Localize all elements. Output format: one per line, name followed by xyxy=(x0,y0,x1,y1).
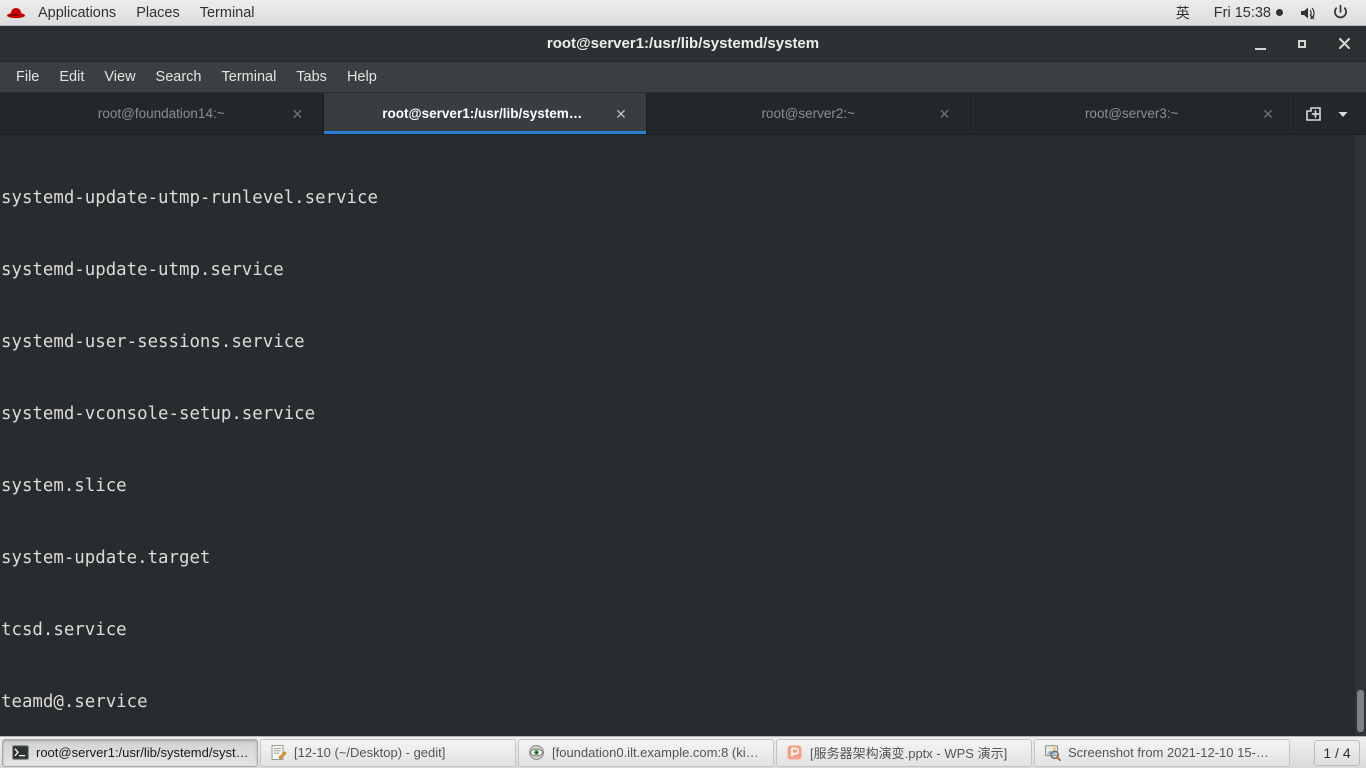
terminal-line: systemd-update-utmp.service xyxy=(1,260,284,280)
chevron-down-glyph xyxy=(1338,111,1348,117)
terminal-glyph xyxy=(11,745,29,760)
taskbar-item-wps-presentation[interactable]: [服务器架构演变.pptx - WPS 演示] xyxy=(776,738,1032,767)
tab-close-icon[interactable]: ✕ xyxy=(938,107,952,121)
wps-presentation-glyph xyxy=(787,745,801,760)
tab-root-foundation14[interactable]: root@foundation14:~ ✕ xyxy=(0,93,324,134)
terminal-icon xyxy=(11,744,29,762)
terminal-scrollbar-thumb[interactable] xyxy=(1357,690,1364,732)
tab-bar: root@foundation14:~ ✕ root@server1:/usr/… xyxy=(0,93,1366,135)
top-panel-right-group: 英 Fri 15:38 xyxy=(1162,0,1366,26)
redhat-logo-icon[interactable] xyxy=(6,5,26,21)
new-tab-glyph xyxy=(1305,107,1321,121)
image-viewer-glyph xyxy=(1044,745,1061,761)
taskbar-item-label: [foundation0.ilt.example.com:8 (kio… xyxy=(552,745,765,760)
menu-tabs[interactable]: Tabs xyxy=(286,62,337,93)
menu-edit[interactable]: Edit xyxy=(49,62,94,93)
tab-close-icon[interactable]: ✕ xyxy=(614,107,628,121)
window-list-taskbar: root@server1:/usr/lib/systemd/syst… [12-… xyxy=(0,736,1366,768)
menu-terminal[interactable]: Terminal xyxy=(190,0,265,26)
terminal-line: system.slice xyxy=(1,476,127,496)
maximize-icon xyxy=(1298,39,1306,48)
terminal-line: tcsd.service xyxy=(1,620,127,640)
wps-presentation-icon xyxy=(785,744,803,762)
tab-close-icon[interactable]: ✕ xyxy=(291,107,305,121)
close-icon xyxy=(1338,37,1350,50)
new-tab-icon[interactable] xyxy=(1300,101,1326,127)
gedit-glyph xyxy=(271,745,287,760)
terminal-line: systemd-update-utmp-runlevel.service xyxy=(1,188,378,208)
top-panel-left-group: Applications Places Terminal xyxy=(0,0,265,26)
tab-label: root@server2:~ xyxy=(761,106,856,121)
image-viewer-icon xyxy=(1043,744,1061,762)
tab-close-icon[interactable]: ✕ xyxy=(1261,107,1275,121)
taskbar-item-gedit[interactable]: [12-10 (~/Desktop) - gedit] xyxy=(260,738,516,767)
menu-terminal[interactable]: Terminal xyxy=(212,62,287,93)
terminal-output-area[interactable]: systemd-update-utmp-runlevel.service sys… xyxy=(0,135,1366,736)
tab-actions-group xyxy=(1294,93,1366,134)
taskbar-item-label: [服务器架构演变.pptx - WPS 演示] xyxy=(810,746,1008,761)
input-method-indicator[interactable]: 英 xyxy=(1162,3,1204,23)
menu-search[interactable]: Search xyxy=(146,62,212,93)
menu-applications[interactable]: Applications xyxy=(28,0,126,26)
workspace-switcher[interactable]: 1 / 4 xyxy=(1314,739,1360,766)
tab-root-server2[interactable]: root@server2:~ ✕ xyxy=(647,93,971,134)
clock-button[interactable]: Fri 15:38 xyxy=(1204,5,1293,21)
terminal-line: systemd-user-sessions.service xyxy=(1,332,305,352)
taskbar-item-terminal[interactable]: root@server1:/usr/lib/systemd/syst… xyxy=(2,738,258,767)
gnome-top-panel: Applications Places Terminal 英 Fri 15:38 xyxy=(0,0,1366,26)
terminal-scrollbar[interactable] xyxy=(1355,135,1366,736)
remote-viewer-glyph xyxy=(528,745,544,760)
minimize-button[interactable] xyxy=(1250,34,1270,54)
power-glyph xyxy=(1334,4,1347,19)
volume-muted-icon[interactable] xyxy=(1293,5,1325,21)
terminal-line: teamd@.service xyxy=(1,692,148,712)
tab-root-server3[interactable]: root@server3:~ ✕ xyxy=(971,93,1294,134)
menu-help[interactable]: Help xyxy=(337,62,387,93)
gedit-icon xyxy=(269,744,287,762)
taskbar-item-label: [12-10 (~/Desktop) - gedit] xyxy=(294,745,446,760)
taskbar-item-remote-viewer[interactable]: [foundation0.ilt.example.com:8 (kio… xyxy=(518,738,774,767)
menu-file[interactable]: File xyxy=(6,62,49,93)
remote-viewer-icon xyxy=(527,744,545,762)
chevron-down-icon[interactable] xyxy=(1330,101,1356,127)
clock-label: Fri 15:38 xyxy=(1213,4,1271,21)
volume-muted-glyph xyxy=(1301,7,1315,19)
power-icon[interactable] xyxy=(1325,4,1356,21)
menu-places[interactable]: Places xyxy=(126,0,190,26)
close-button[interactable] xyxy=(1334,34,1354,54)
menu-bar: File Edit View Search Terminal Tabs Help xyxy=(0,62,1366,93)
maximize-button[interactable] xyxy=(1292,34,1312,54)
notification-dot-icon xyxy=(1276,9,1283,16)
tab-root-server1[interactable]: root@server1:/usr/lib/systemd/syst… ✕ xyxy=(323,93,647,134)
terminal-line: systemd-vconsole-setup.service xyxy=(1,404,316,424)
redhat-fedora-glyph xyxy=(7,7,25,18)
menu-view[interactable]: View xyxy=(94,62,145,93)
window-title-bar[interactable]: root@server1:/usr/lib/systemd/system xyxy=(0,26,1366,62)
tab-label: root@foundation14:~ xyxy=(97,106,225,121)
taskbar-item-screenshot-viewer[interactable]: Screenshot from 2021-12-10 15-… xyxy=(1034,738,1290,767)
terminal-text: systemd-update-utmp-runlevel.service sys… xyxy=(0,135,1100,736)
terminal-line: system-update.target xyxy=(1,548,211,568)
tab-label: root@server3:~ xyxy=(1084,106,1179,121)
page-title: root@server1:/usr/lib/systemd/system xyxy=(546,35,820,52)
minimize-icon xyxy=(1254,47,1266,50)
taskbar-item-label: Screenshot from 2021-12-10 15-… xyxy=(1068,745,1269,760)
taskbar-item-label: root@server1:/usr/lib/systemd/syst… xyxy=(36,745,249,760)
tab-label: root@server1:/usr/lib/systemd/syst… xyxy=(382,106,587,121)
terminal-window: root@server1:/usr/lib/systemd/system Fil… xyxy=(0,26,1366,736)
window-controls xyxy=(1250,34,1366,54)
